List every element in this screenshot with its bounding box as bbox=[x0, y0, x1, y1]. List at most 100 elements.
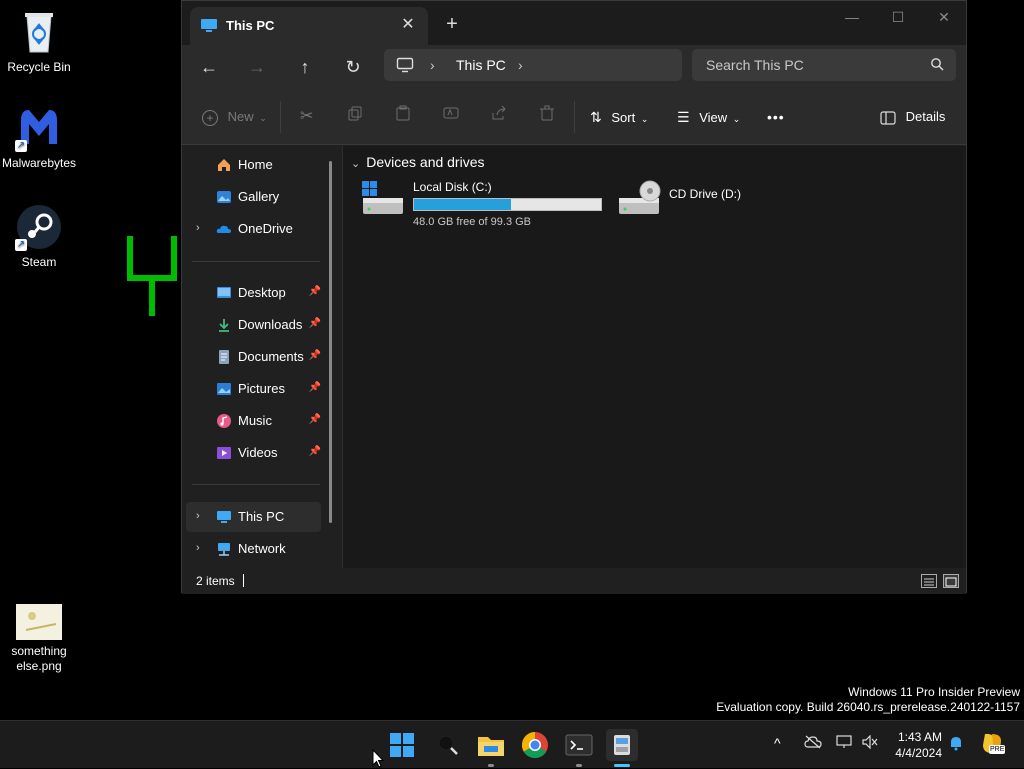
share-icon[interactable] bbox=[491, 105, 507, 129]
chevron-right-icon[interactable]: › bbox=[196, 222, 200, 234]
start-button[interactable] bbox=[386, 729, 418, 761]
clock-time: 1:43 AM bbox=[897, 730, 942, 744]
rename-icon[interactable] bbox=[443, 105, 459, 129]
sidebar-item-pictures[interactable]: Pictures 📌 bbox=[186, 374, 321, 404]
system-clock[interactable]: 1:43 AM 4/4/2024 bbox=[892, 729, 942, 761]
volume-muted-icon[interactable] bbox=[862, 734, 878, 752]
drive-usage-bar bbox=[413, 198, 602, 211]
tab-title: This PC bbox=[226, 18, 275, 33]
sidebar-item-documents[interactable]: Documents 📌 bbox=[186, 342, 321, 372]
search-box[interactable]: Search This PC bbox=[692, 49, 956, 81]
chevron-right-icon[interactable]: › bbox=[196, 510, 200, 522]
sort-label: Sort bbox=[611, 110, 636, 125]
search-icon bbox=[930, 57, 944, 76]
address-bar[interactable]: › This PC › bbox=[384, 49, 682, 81]
chevron-right-icon[interactable]: › bbox=[196, 542, 200, 554]
network-status-icon[interactable] bbox=[836, 735, 852, 752]
file-explorer-window: This PC ✕ + — ☐ ✕ ← → ↑ ↻ › This PC › Se… bbox=[181, 0, 967, 594]
terminal-taskbar-button[interactable] bbox=[563, 729, 595, 767]
active-indicator bbox=[614, 764, 630, 767]
sidebar-item-label: Home bbox=[238, 157, 273, 172]
sort-button[interactable]: ⇅ Sort ⌄ bbox=[590, 105, 648, 129]
details-pane-button[interactable]: Details bbox=[880, 105, 945, 129]
os-watermark: Windows 11 Pro Insider Preview Evaluatio… bbox=[716, 685, 1020, 715]
desktop-icon-png-file[interactable]: something else.png bbox=[0, 604, 78, 674]
details-view-button[interactable] bbox=[921, 574, 937, 588]
devices-group-header[interactable]: ⌄ Devices and drives bbox=[351, 154, 485, 170]
desktop-icon-steam[interactable]: ↗ Steam bbox=[0, 203, 78, 270]
up-button[interactable]: ↑ bbox=[291, 54, 319, 80]
drive-cd-d[interactable]: CD Drive (D:) bbox=[617, 180, 777, 226]
back-button[interactable]: ← bbox=[195, 54, 223, 80]
content-pane: ⌄ Devices and drives Local Disk (C:) 48.0… bbox=[342, 146, 966, 568]
breadcrumb-this-pc[interactable]: This PC bbox=[456, 57, 506, 73]
notification-bell-icon[interactable] bbox=[949, 735, 963, 754]
search-taskbar-button[interactable] bbox=[432, 729, 464, 761]
navigation-pane: Home Gallery › OneDrive Desktop 📌 Downlo… bbox=[182, 146, 330, 568]
sidebar-item-label: OneDrive bbox=[238, 221, 293, 236]
close-window-button[interactable]: ✕ bbox=[922, 5, 966, 29]
sidebar-item-home[interactable]: Home bbox=[186, 150, 321, 180]
navigation-pane-scrollbar[interactable] bbox=[329, 161, 332, 523]
paste-icon[interactable] bbox=[395, 105, 411, 129]
search-icon bbox=[438, 735, 458, 755]
drive-usage-fill bbox=[414, 199, 511, 210]
mouse-cursor-icon bbox=[372, 749, 384, 768]
sidebar-item-gallery[interactable]: Gallery bbox=[186, 182, 321, 212]
running-indicator bbox=[488, 764, 494, 767]
pin-icon: 📌 bbox=[308, 350, 321, 361]
new-tab-button[interactable]: + bbox=[442, 14, 462, 34]
tab-this-pc[interactable]: This PC ✕ bbox=[190, 7, 428, 45]
sidebar-item-label: Desktop bbox=[238, 285, 286, 300]
file-explorer-taskbar-button[interactable] bbox=[475, 729, 507, 767]
shortcut-arrow-icon: ↗ bbox=[15, 239, 27, 251]
refresh-button[interactable]: ↻ bbox=[339, 54, 367, 80]
document-icon bbox=[216, 349, 232, 365]
view-button[interactable]: ☰ View ⌄ bbox=[677, 105, 740, 129]
cloud-offline-icon[interactable] bbox=[804, 735, 822, 752]
copilot-preview-icon[interactable]: PRE bbox=[980, 731, 1006, 758]
pictures-icon bbox=[216, 381, 232, 397]
minimize-button[interactable]: — bbox=[830, 5, 874, 29]
taskbar: ^ 1:43 AM 4/4/2024 PRE bbox=[0, 720, 1024, 768]
sidebar-item-music[interactable]: Music 📌 bbox=[186, 406, 321, 436]
sidebar-item-network[interactable]: › Network bbox=[186, 534, 321, 564]
more-options-button[interactable]: ••• bbox=[767, 105, 785, 129]
chrome-taskbar-button[interactable] bbox=[519, 729, 551, 761]
gallery-icon bbox=[216, 189, 232, 205]
watermark-line1: Windows 11 Pro Insider Preview bbox=[848, 685, 1020, 699]
sort-icon: ⇅ bbox=[590, 109, 602, 125]
forward-button[interactable]: → bbox=[243, 54, 271, 80]
cd-drive-icon bbox=[619, 180, 661, 214]
active-app-taskbar-button[interactable] bbox=[606, 729, 638, 767]
sidebar-item-videos[interactable]: Videos 📌 bbox=[186, 438, 321, 468]
drive-local-disk-c[interactable]: Local Disk (C:) 48.0 GB free of 99.3 GB bbox=[361, 180, 607, 228]
new-button[interactable]: + New ⌄ bbox=[202, 105, 267, 129]
video-icon bbox=[216, 445, 232, 461]
tab-close-icon[interactable]: ✕ bbox=[398, 15, 418, 35]
show-hidden-icons-chevron-icon[interactable]: ^ bbox=[774, 735, 781, 751]
home-icon bbox=[216, 157, 232, 173]
cut-icon[interactable]: ✂ bbox=[300, 105, 313, 129]
monitor-icon bbox=[396, 57, 414, 78]
sidebar-item-label: This PC bbox=[238, 509, 285, 524]
desktop-icon-malwarebytes[interactable]: ↗ Malwarebytes bbox=[0, 104, 78, 171]
sidebar-item-this-pc[interactable]: › This PC bbox=[186, 502, 321, 532]
desktop-icon-recycle-bin[interactable]: Recycle Bin bbox=[0, 8, 78, 75]
tiles-view-button[interactable] bbox=[943, 574, 959, 588]
installer-app-icon bbox=[614, 735, 630, 755]
maximize-button[interactable]: ☐ bbox=[876, 5, 920, 29]
status-divider bbox=[243, 574, 244, 587]
tiles-view-icon bbox=[945, 577, 957, 587]
sidebar-item-desktop[interactable]: Desktop 📌 bbox=[186, 278, 321, 308]
view-label: View bbox=[699, 110, 728, 125]
delete-icon[interactable] bbox=[539, 105, 555, 129]
copy-icon[interactable] bbox=[347, 105, 363, 129]
steam-icon: ↗ bbox=[15, 203, 63, 251]
details-view-icon bbox=[924, 578, 934, 586]
breadcrumb-chevron-icon[interactable]: › bbox=[518, 57, 523, 73]
sidebar-item-downloads[interactable]: Downloads 📌 bbox=[186, 310, 321, 340]
music-icon bbox=[216, 413, 232, 429]
sidebar-item-onedrive[interactable]: › OneDrive bbox=[186, 214, 321, 244]
status-bar: 2 items bbox=[182, 568, 966, 594]
